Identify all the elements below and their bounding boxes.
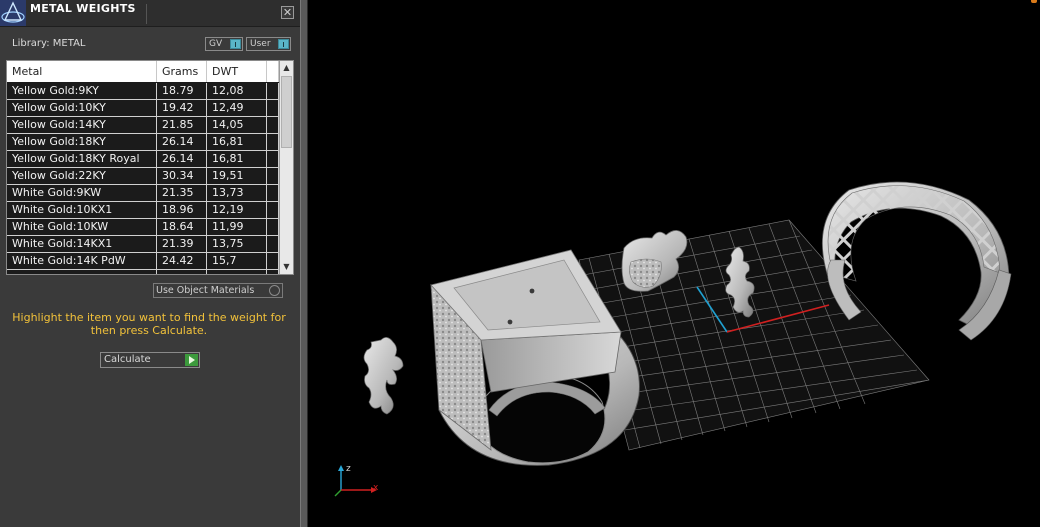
extra-cell	[267, 134, 279, 150]
dwt-cell: 16,81	[207, 134, 267, 150]
left-floral-ornament-model	[363, 337, 404, 415]
extra-cell	[267, 168, 279, 184]
extra-cell	[267, 253, 279, 269]
gv-toggle[interactable]: GV	[205, 37, 243, 51]
dwt-cell: 12,19	[207, 202, 267, 218]
grams-cell: 18.64	[157, 219, 207, 235]
grams-cell	[157, 270, 207, 274]
dwt-cell: 14,05	[207, 117, 267, 133]
grams-cell: 18.96	[157, 202, 207, 218]
table-row[interactable]: Yellow Gold:10KY 19.42 12,49	[7, 100, 279, 117]
user-toggle-switch-icon	[278, 39, 289, 49]
library-label: Library: METAL	[12, 38, 86, 49]
metal-cell: White Gold:14K PdW	[7, 253, 157, 269]
extra-cell	[267, 236, 279, 252]
table-row[interactable]: White Gold:14K PdW 24.42 15,7	[7, 253, 279, 270]
metal-cell: Yellow Gold:18KY Royal	[7, 151, 157, 167]
extra-cell	[267, 185, 279, 201]
table-header: Metal Grams DWT	[7, 61, 279, 82]
close-icon[interactable]: ✕	[281, 6, 294, 19]
dwt-cell: 13,75	[207, 236, 267, 252]
metal-cell: Yellow Gold:9KY	[7, 83, 157, 99]
axis-z-label: z	[346, 464, 351, 474]
user-toggle-label: User	[250, 39, 271, 49]
metal-cell: Yellow Gold:18KY	[7, 134, 157, 150]
extra-cell	[267, 83, 279, 99]
dwt-cell: 15,7	[207, 253, 267, 269]
lattice-cuff-model	[821, 181, 1012, 341]
column-header-metal[interactable]: Metal	[7, 61, 157, 82]
column-header-dwt[interactable]: DWT	[207, 61, 267, 82]
gv-toggle-switch-icon	[230, 39, 241, 49]
column-header-extra	[267, 61, 279, 82]
table-scrollbar[interactable]: ▲ ▼	[279, 61, 293, 274]
panel-titlebar: METAL WEIGHTS ✕	[0, 0, 300, 27]
dwt-cell: 13,73	[207, 185, 267, 201]
scroll-down-arrow-icon[interactable]: ▼	[280, 260, 293, 274]
grams-cell: 30.34	[157, 168, 207, 184]
grams-cell: 18.79	[157, 83, 207, 99]
app-logo-icon	[0, 0, 26, 26]
dwt-cell: 16,81	[207, 151, 267, 167]
table-row[interactable]: Yellow Gold:14KY 21.85 14,05	[7, 117, 279, 134]
title-divider	[146, 4, 147, 24]
panel-title: METAL WEIGHTS	[30, 2, 136, 15]
3d-viewport[interactable]: z x	[309, 0, 1040, 527]
grams-cell: 26.14	[157, 134, 207, 150]
metal-cell: Yellow Gold:14KY	[7, 117, 157, 133]
panel-splitter[interactable]	[300, 0, 308, 527]
table-row[interactable]: Yellow Gold:18KY Royal 26.14 16,81	[7, 151, 279, 168]
axis-x-label: x	[373, 483, 379, 493]
scroll-thumb[interactable]	[281, 76, 292, 148]
dwt-cell: 12,08	[207, 83, 267, 99]
grams-cell: 24.42	[157, 253, 207, 269]
extra-cell	[267, 219, 279, 235]
dwt-cell: 19,51	[207, 168, 267, 184]
metal-cell: Yellow Gold:10KY	[7, 100, 157, 116]
table-row[interactable]: White Gold:9KW 21.35 13,73	[7, 185, 279, 202]
metal-weights-panel: METAL WEIGHTS ✕ Library: METAL GV User M…	[0, 0, 300, 527]
grams-cell: 21.35	[157, 185, 207, 201]
user-toggle[interactable]: User	[246, 37, 291, 51]
table-row[interactable]: Yellow Gold:9KY 18.79 12,08	[7, 83, 279, 100]
metal-cell: White Gold:10KW	[7, 219, 157, 235]
table-row[interactable]: Yellow Gold:18KY 26.14 16,81	[7, 134, 279, 151]
metal-table: Metal Grams DWT Yellow Gold:9KY 18.79 12…	[6, 60, 294, 275]
extra-cell	[267, 117, 279, 133]
scene-render	[363, 181, 1012, 466]
use-object-materials-option[interactable]: Use Object Materials	[153, 283, 283, 298]
instruction-text: Highlight the item you want to find the …	[12, 311, 286, 337]
table-row[interactable]: White Gold:10KX1 18.96 12,19	[7, 202, 279, 219]
grams-cell: 21.39	[157, 236, 207, 252]
axis-gizmo-icon: z x	[334, 464, 379, 497]
dwt-cell: 11,99	[207, 219, 267, 235]
metal-cell: White Gold:14KX1	[7, 236, 157, 252]
extra-cell	[267, 151, 279, 167]
gv-toggle-label: GV	[209, 39, 223, 49]
table-row-partial[interactable]	[7, 270, 279, 274]
metal-cell: White Gold:9KW	[7, 185, 157, 201]
calculate-label: Calculate	[104, 354, 151, 365]
scroll-up-arrow-icon[interactable]: ▲	[280, 61, 293, 75]
metal-cell: White Gold:10KX1	[7, 202, 157, 218]
table-row[interactable]: White Gold:14KX1 21.39 13,75	[7, 236, 279, 253]
extra-cell	[267, 202, 279, 218]
dwt-cell: 12,49	[207, 100, 267, 116]
grams-cell: 26.14	[157, 151, 207, 167]
column-header-grams[interactable]: Grams	[157, 61, 207, 82]
metal-cell	[7, 270, 157, 274]
grams-cell: 21.85	[157, 117, 207, 133]
use-object-materials-label: Use Object Materials	[156, 285, 255, 296]
grams-cell: 19.42	[157, 100, 207, 116]
play-arrow-icon	[185, 354, 198, 366]
calculate-button[interactable]: Calculate	[100, 352, 200, 368]
extra-cell	[267, 100, 279, 116]
metal-cell: Yellow Gold:22KY	[7, 168, 157, 184]
table-row[interactable]: Yellow Gold:22KY 30.34 19,51	[7, 168, 279, 185]
dwt-cell	[207, 270, 267, 274]
table-row[interactable]: White Gold:10KW 18.64 11,99	[7, 219, 279, 236]
extra-cell	[267, 270, 279, 274]
use-object-materials-radio[interactable]	[269, 285, 280, 296]
